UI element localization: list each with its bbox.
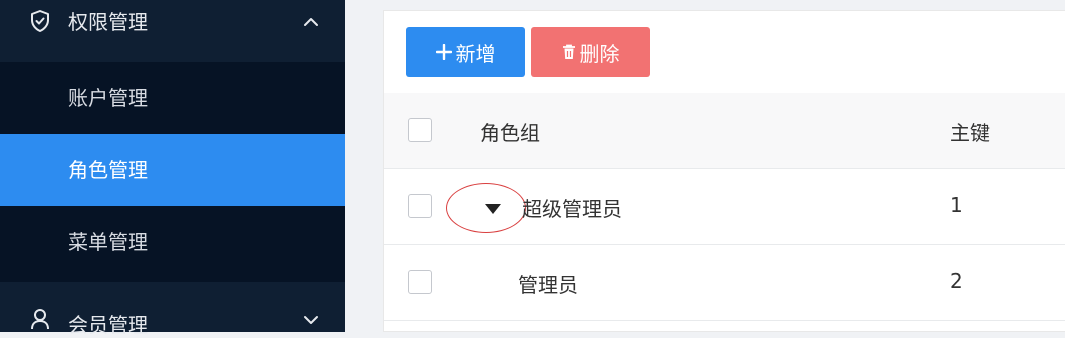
menu-group-permission[interactable]: 权限管理 [0, 0, 345, 62]
table-row[interactable]: 超级管理员 1 [384, 169, 1065, 245]
menu-group-member[interactable]: 会员管理 [0, 282, 345, 337]
role-name: 管理员 [518, 273, 578, 297]
sidebar: 权限管理 账户管理 角色管理 菜单管理 会员管理 [0, 0, 345, 337]
expand-caret-down-icon[interactable] [484, 200, 502, 214]
plus-icon [435, 44, 452, 60]
table-row[interactable]: 管理员 2 [384, 245, 1065, 321]
roles-panel: 新增 删除 角色组 主键 超级管理员 1 管理员 2 [383, 10, 1065, 332]
role-name: 超级管理员 [522, 197, 622, 221]
shield-check-icon [30, 10, 50, 32]
role-key: 1 [950, 193, 963, 217]
sidebar-item-accounts[interactable]: 账户管理 [0, 62, 345, 134]
row-checkbox[interactable] [408, 194, 432, 218]
trash-icon [562, 44, 576, 60]
add-button[interactable]: 新增 [406, 27, 525, 77]
delete-button[interactable]: 删除 [531, 27, 650, 77]
chevron-up-icon [302, 12, 320, 30]
delete-button-label: 删除 [579, 41, 620, 66]
menu-group-label: 权限管理 [68, 10, 148, 34]
user-icon [30, 308, 50, 330]
main-content: 新增 删除 角色组 主键 超级管理员 1 管理员 2 [345, 0, 1065, 332]
column-header-key: 主键 [950, 121, 990, 145]
row-checkbox[interactable] [408, 270, 432, 294]
chevron-down-icon [302, 310, 320, 328]
menu-group-label: 会员管理 [68, 313, 148, 337]
submenu-permission: 账户管理 角色管理 菜单管理 [0, 62, 345, 282]
column-header-role-group: 角色组 [480, 121, 540, 145]
sidebar-item-roles[interactable]: 角色管理 [0, 134, 345, 206]
role-key: 2 [950, 269, 963, 293]
sidebar-item-menus[interactable]: 菜单管理 [0, 206, 345, 278]
table-header: 角色组 主键 [384, 93, 1065, 169]
select-all-checkbox[interactable] [408, 118, 432, 142]
add-button-label: 新增 [455, 41, 496, 66]
